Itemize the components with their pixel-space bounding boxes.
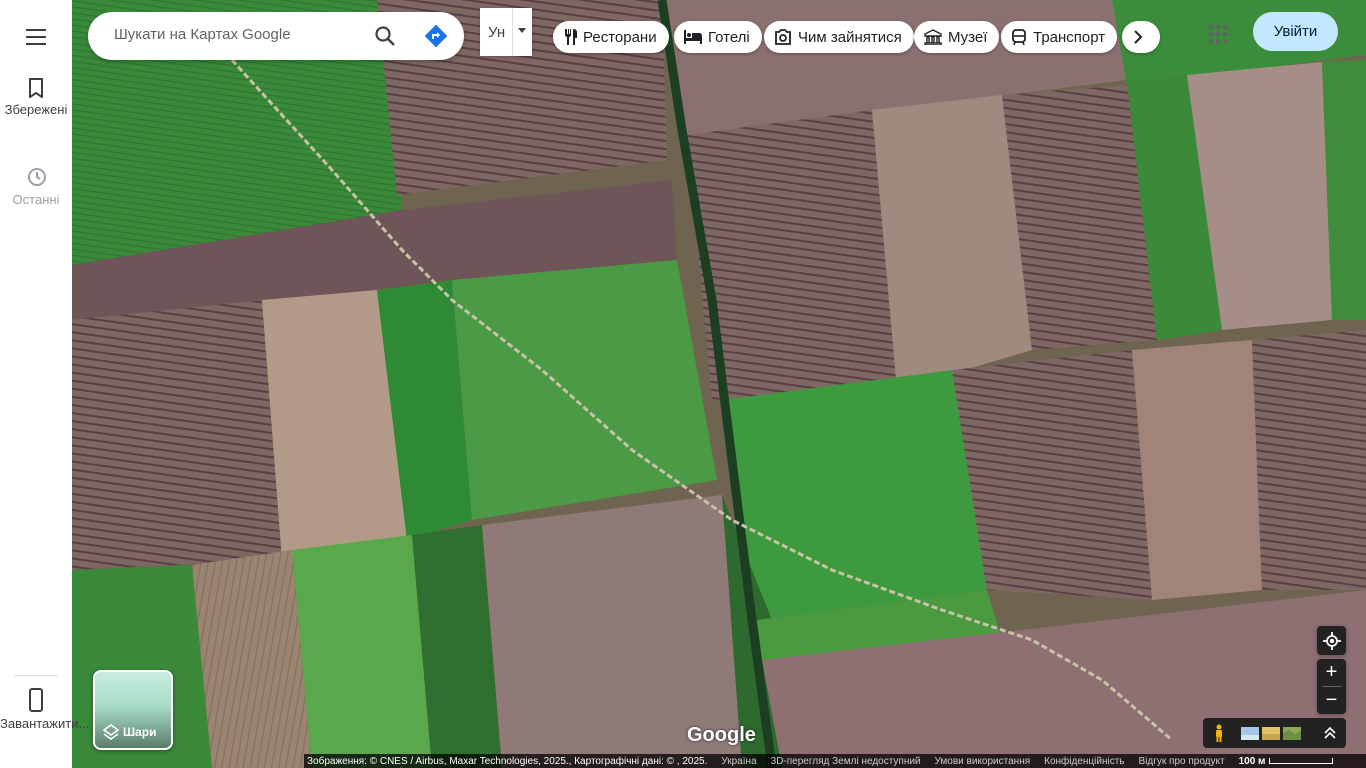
- feedback-link[interactable]: Відгук про продукт: [1132, 756, 1232, 767]
- map-footer: Зображення: © CNES / Airbus, Maxar Techn…: [304, 754, 1366, 768]
- history-icon: [28, 168, 46, 186]
- chevron-down-icon[interactable]: [518, 28, 526, 33]
- chevron-right-icon: [1134, 30, 1143, 44]
- recent-label: Останні: [12, 192, 60, 207]
- rail-divider: [14, 675, 58, 676]
- chip-restaurants[interactable]: Ресторани: [553, 21, 669, 53]
- map-thumbnail-icon[interactable]: [1241, 727, 1259, 740]
- expand-up-icon[interactable]: [1323, 726, 1337, 740]
- download-label: Завантажити...: [0, 716, 90, 731]
- satellite-imagery: [72, 0, 1366, 768]
- restaurant-icon: [565, 29, 577, 45]
- zoom-out-button[interactable]: −: [1317, 687, 1346, 714]
- search-icon[interactable]: [374, 25, 396, 47]
- earth-3d-notice: 3D-перегляд Землі недоступний: [770, 755, 921, 767]
- saved-button[interactable]: Збережені: [0, 78, 72, 117]
- chip-label: Транспорт: [1033, 28, 1106, 46]
- apps-grid-icon[interactable]: [1208, 24, 1228, 44]
- my-location-button[interactable]: [1317, 626, 1346, 655]
- phone-icon: [29, 688, 43, 712]
- layers-label-wrap: Шари: [103, 724, 156, 740]
- sign-in-button[interactable]: Увійти: [1253, 12, 1338, 51]
- scale-label: 100 м: [1238, 755, 1266, 767]
- transit-icon: [1012, 29, 1026, 45]
- imagery-attribution: Зображення: © CNES / Airbus, Maxar Techn…: [307, 755, 708, 767]
- my-location-icon: [1322, 631, 1341, 650]
- chip-things-to-do[interactable]: Чим зайнятися: [764, 21, 914, 53]
- scale-bar[interactable]: 100 м: [1232, 756, 1341, 767]
- bookmark-icon: [29, 78, 43, 98]
- search-input[interactable]: [112, 25, 356, 44]
- chip-transit[interactable]: Транспорт: [1001, 21, 1118, 53]
- chip-label: Готелі: [708, 28, 750, 46]
- zoom-in-button[interactable]: +: [1317, 659, 1346, 686]
- hotel-icon: [684, 30, 702, 44]
- museum-icon: [924, 29, 942, 45]
- directions-icon[interactable]: [424, 24, 448, 48]
- download-app-button[interactable]: Завантажити...: [0, 688, 89, 731]
- search-box: [88, 12, 464, 60]
- left-rail: Збережені Останні Завантажити...: [0, 0, 89, 768]
- chip-label: Ресторани: [583, 28, 657, 46]
- chip-hotels[interactable]: Готелі: [674, 21, 762, 53]
- chip-label: Чим зайнятися: [798, 28, 902, 46]
- chips-next-button[interactable]: [1122, 21, 1160, 53]
- satellite-map[interactable]: [72, 0, 1366, 768]
- privacy-link[interactable]: Конфіденційність: [1037, 756, 1131, 767]
- terrain-thumbnail-icon[interactable]: [1262, 727, 1280, 740]
- hamburger-menu-icon[interactable]: [22, 24, 50, 48]
- scale-line: [1269, 758, 1334, 764]
- layers-icon: [103, 724, 119, 740]
- saved-label: Збережені: [4, 102, 68, 117]
- camera-icon: [775, 29, 791, 45]
- terms-link[interactable]: Умови використання: [928, 756, 1038, 767]
- layers-label: Шари: [123, 725, 157, 739]
- google-logo: Google: [687, 724, 756, 746]
- layers-button[interactable]: Шари: [93, 670, 173, 750]
- satellite-thumbnail-icon[interactable]: [1283, 727, 1301, 740]
- input-tools-button[interactable]: Ун: [480, 8, 532, 56]
- country-link[interactable]: Україна: [714, 756, 763, 767]
- zoom-control: + −: [1317, 659, 1346, 714]
- input-tools-divider: [512, 8, 513, 56]
- chip-museums[interactable]: Музеї: [914, 21, 1000, 53]
- input-tools-label: Ун: [488, 24, 506, 41]
- pegman-icon[interactable]: [1213, 724, 1225, 743]
- map-tools-bar: [1203, 718, 1346, 748]
- recent-button[interactable]: Останні: [0, 166, 72, 207]
- chip-label: Музеї: [948, 28, 988, 46]
